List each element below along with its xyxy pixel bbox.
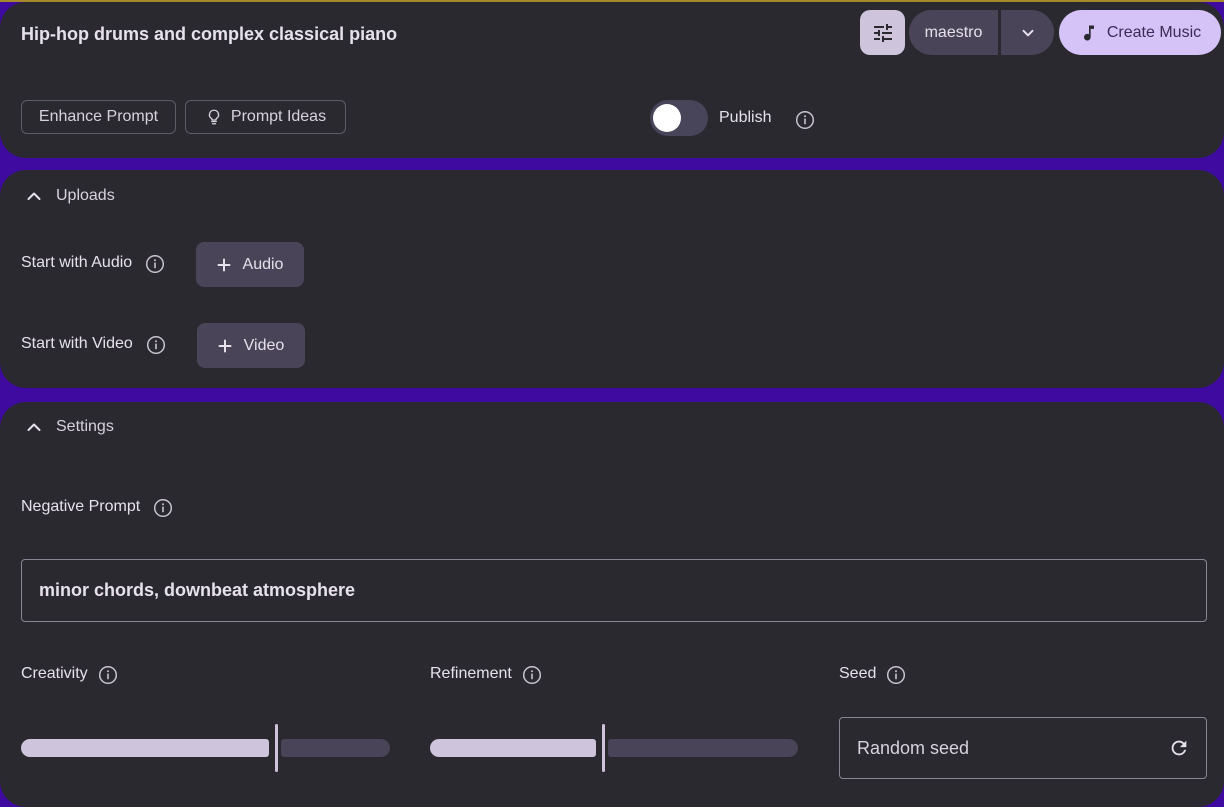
create-music-label: Create Music xyxy=(1106,23,1202,41)
creativity-slider[interactable] xyxy=(21,724,390,772)
lightbulb-icon xyxy=(208,109,220,125)
prompt-panel: Hip-hop drums and complex classical pian… xyxy=(0,2,1224,158)
add-audio-label: Audio xyxy=(242,255,284,273)
settings-panel: Settings Negative Prompt minor chords, d… xyxy=(0,402,1224,807)
creativity-label: Creativity xyxy=(21,665,88,682)
model-select[interactable]: maestro xyxy=(909,10,1054,55)
slider-fill xyxy=(21,739,269,757)
negative-prompt-input[interactable]: minor chords, downbeat atmosphere xyxy=(21,559,1207,622)
slider-thumb[interactable] xyxy=(275,724,278,772)
settings-title: Settings xyxy=(56,418,114,435)
uploads-panel: Uploads Start with Audio Audio Start wit… xyxy=(0,170,1224,388)
prompt-ideas-label: Prompt Ideas xyxy=(230,108,327,125)
advanced-settings-button[interactable] xyxy=(860,10,905,55)
enhance-prompt-button[interactable]: Enhance Prompt xyxy=(21,100,176,134)
seed-label: Seed xyxy=(839,665,877,682)
negative-prompt-label: Negative Prompt xyxy=(21,498,141,515)
tune-icon xyxy=(873,23,892,42)
info-icon[interactable] xyxy=(145,254,165,274)
start-audio-label: Start with Audio xyxy=(21,254,133,271)
slider-track xyxy=(608,739,798,757)
uploads-title: Uploads xyxy=(56,187,115,204)
info-icon[interactable] xyxy=(153,498,173,518)
chevron-up-icon xyxy=(27,192,41,200)
add-audio-button[interactable]: Audio xyxy=(196,242,304,287)
publish-label: Publish xyxy=(719,109,772,126)
refinement-label: Refinement xyxy=(430,665,512,682)
settings-header[interactable]: Settings xyxy=(26,418,114,436)
refresh-icon[interactable] xyxy=(1168,737,1190,759)
prompt-ideas-button[interactable]: Prompt Ideas xyxy=(185,100,346,134)
add-video-button[interactable]: Video xyxy=(197,323,305,368)
add-video-label: Video xyxy=(243,336,285,354)
chevron-up-icon xyxy=(27,423,41,431)
enhance-prompt-label: Enhance Prompt xyxy=(38,108,159,125)
prompt-text[interactable]: Hip-hop drums and complex classical pian… xyxy=(21,24,397,45)
info-icon[interactable] xyxy=(146,335,166,355)
info-icon[interactable] xyxy=(522,665,542,685)
slider-fill xyxy=(430,739,596,757)
plus-icon xyxy=(217,258,231,271)
seed-input[interactable]: Random seed xyxy=(839,717,1207,779)
toggle-knob xyxy=(653,104,681,132)
chevron-down-icon xyxy=(1022,29,1033,36)
plus-icon xyxy=(218,339,232,352)
model-label[interactable]: maestro xyxy=(909,10,998,55)
info-icon[interactable] xyxy=(886,665,906,685)
slider-thumb[interactable] xyxy=(602,724,605,772)
info-icon[interactable] xyxy=(98,665,118,685)
model-dropdown-button[interactable] xyxy=(1001,10,1054,55)
uploads-header[interactable]: Uploads xyxy=(26,187,115,205)
slider-track xyxy=(281,739,390,757)
create-music-button[interactable]: Create Music xyxy=(1059,10,1221,55)
start-video-label: Start with Video xyxy=(21,335,133,352)
music-note-icon xyxy=(1083,25,1094,41)
publish-toggle[interactable] xyxy=(650,100,708,136)
negative-prompt-value: minor chords, downbeat atmosphere xyxy=(39,580,356,600)
refinement-slider[interactable] xyxy=(430,724,798,772)
info-icon[interactable] xyxy=(795,110,815,130)
seed-placeholder: Random seed xyxy=(857,737,970,758)
